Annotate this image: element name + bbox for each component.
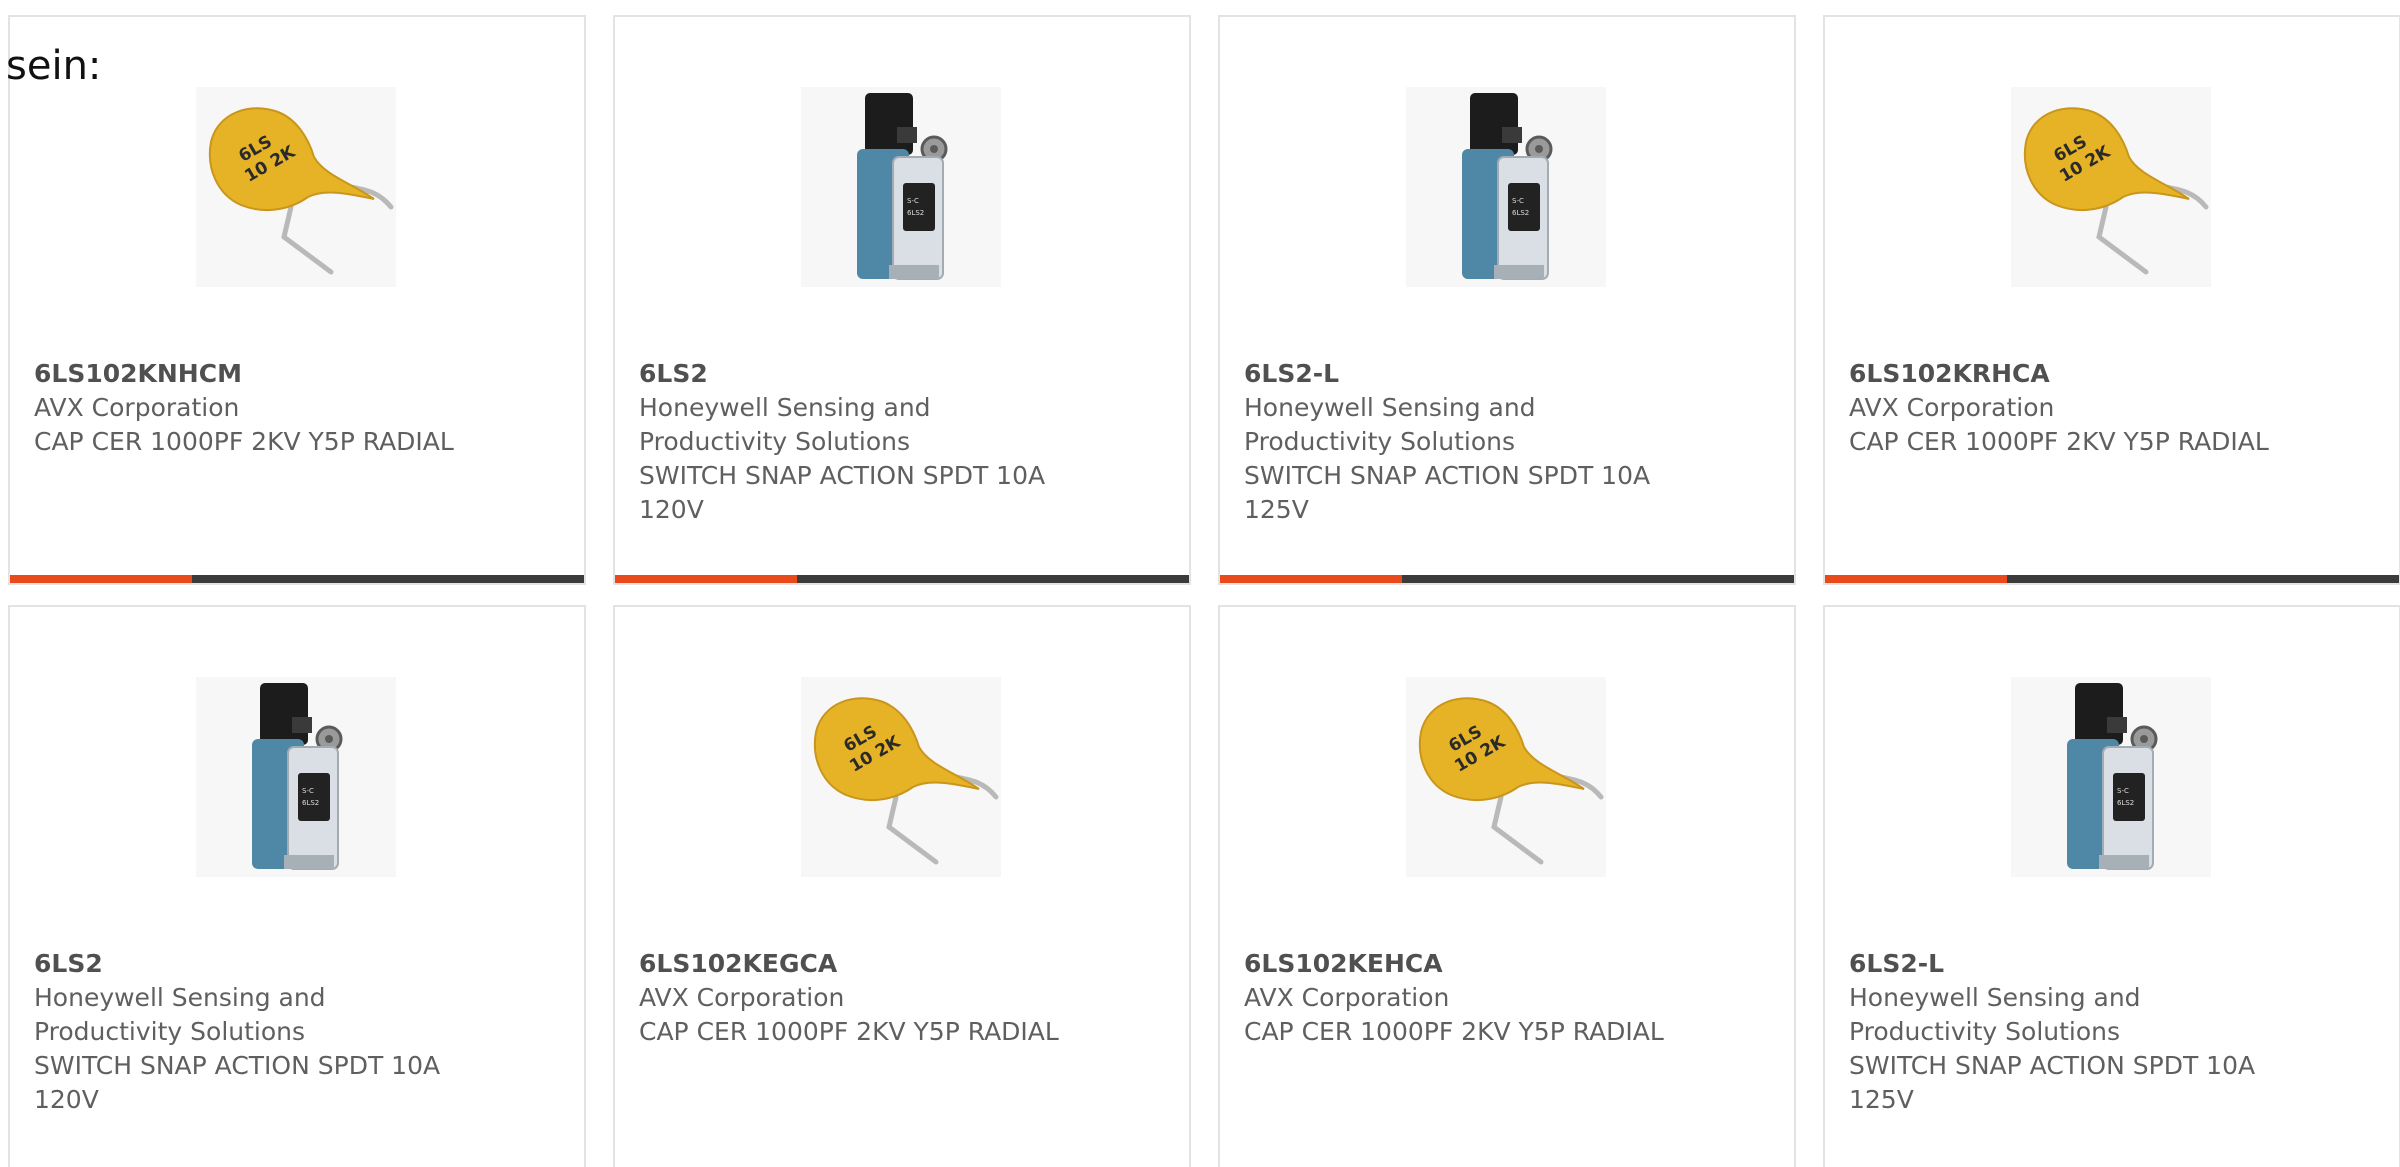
product-card[interactable]: 6LS 10 2K 6LS102KRHCA AVX Corporation CA… [1823,15,2400,585]
card-bottom-bar [1220,575,1794,583]
product-description: CAP CER 1000PF 2KV Y5P RADIAL [34,427,454,456]
ceramic-capacitor-icon: 6LS 10 2K [208,107,394,275]
product-description: CAP CER 1000PF 2KV Y5P RADIAL [1244,1017,1664,1046]
product-image[interactable]: S-C 6LS2 [1406,87,1606,287]
ceramic-capacitor-icon: 6LS 10 2K [813,697,999,865]
product-card[interactable]: S-C 6LS2 6LS2 Honeywell Sensing and Prod… [8,605,586,1167]
product-card[interactable]: S-C 6LS2 6LS2-L Honeywell Sensing and Pr… [1218,15,1796,585]
product-card[interactable]: 6LS 10 2K 6LS102KEGCA AVX Corporation CA… [613,605,1191,1167]
svg-text:6LS2: 6LS2 [302,799,319,807]
card-bottom-bar [615,575,1189,583]
product-image[interactable]: S-C 6LS2 [2011,677,2211,877]
product-image[interactable]: 6LS 10 2K [196,87,396,287]
product-image[interactable]: S-C 6LS2 [801,87,1001,287]
page: sein: 6LS 10 2K 6LS102KNHCM AVX Corporat… [0,0,2400,1167]
limit-switch-icon: S-C 6LS2 [1462,93,1553,280]
card-bottom-bar [10,575,584,583]
part-number-link[interactable]: 6LS102KEHCA [1244,947,1724,981]
product-info: 6LS2 Honeywell Sensing and Productivity … [34,947,514,1117]
ceramic-capacitor-icon: 6LS 10 2K [1418,697,1604,865]
card-accent-bar [1220,575,1402,583]
product-info: 6LS102KNHCM AVX Corporation CAP CER 1000… [34,357,514,459]
svg-text:6LS2: 6LS2 [2117,799,2134,807]
svg-text:6LS2: 6LS2 [1512,209,1529,217]
manufacturer-name: Honeywell Sensing and Productivity Solut… [1849,983,2141,1046]
manufacturer-name: Honeywell Sensing and Productivity Solut… [1244,393,1536,456]
limit-switch-icon: S-C 6LS2 [857,93,948,280]
svg-text:S-C: S-C [2117,787,2129,795]
part-number-link[interactable]: 6LS2 [639,357,1119,391]
product-card[interactable]: 6LS 10 2K 6LS102KEHCA AVX Corporation CA… [1218,605,1796,1167]
product-image[interactable]: S-C 6LS2 [196,677,396,877]
product-image[interactable]: 6LS 10 2K [801,677,1001,877]
product-grid: 6LS 10 2K 6LS102KNHCM AVX Corporation CA… [8,15,2400,1167]
product-description: SWITCH SNAP ACTION SPDT 10A 125V [1849,1051,2256,1114]
svg-text:S-C: S-C [907,197,919,205]
part-number-link[interactable]: 6LS102KEGCA [639,947,1119,981]
part-number-link[interactable]: 6LS102KNHCM [34,357,514,391]
part-number-link[interactable]: 6LS2-L [1849,947,2329,981]
manufacturer-name: Honeywell Sensing and Productivity Solut… [34,983,326,1046]
product-info: 6LS102KRHCA AVX Corporation CAP CER 1000… [1849,357,2329,459]
product-card[interactable]: S-C 6LS2 6LS2 Honeywell Sensing and Prod… [613,15,1191,585]
limit-switch-icon: S-C 6LS2 [252,683,343,870]
ceramic-capacitor-icon: 6LS 10 2K [2023,107,2209,275]
product-card[interactable]: 6LS 10 2K 6LS102KNHCM AVX Corporation CA… [8,15,586,585]
card-bottom-bar [1825,575,2399,583]
product-image[interactable]: 6LS 10 2K [2011,87,2211,287]
product-image[interactable]: 6LS 10 2K [1406,677,1606,877]
product-info: 6LS2-L Honeywell Sensing and Productivit… [1244,357,1724,527]
product-description: SWITCH SNAP ACTION SPDT 10A 120V [639,461,1046,524]
product-info: 6LS2 Honeywell Sensing and Productivity … [639,357,1119,527]
product-description: CAP CER 1000PF 2KV Y5P RADIAL [1849,427,2269,456]
product-description: SWITCH SNAP ACTION SPDT 10A 125V [1244,461,1651,524]
product-info: 6LS102KEGCA AVX Corporation CAP CER 1000… [639,947,1119,1049]
product-description: CAP CER 1000PF 2KV Y5P RADIAL [639,1017,1059,1046]
svg-text:S-C: S-C [302,787,314,795]
intro-text: sein: [6,43,102,89]
product-description: SWITCH SNAP ACTION SPDT 10A 120V [34,1051,441,1114]
part-number-link[interactable]: 6LS2-L [1244,357,1724,391]
svg-text:S-C: S-C [1512,197,1524,205]
manufacturer-name: AVX Corporation [639,983,845,1012]
product-info: 6LS102KEHCA AVX Corporation CAP CER 1000… [1244,947,1724,1049]
manufacturer-name: AVX Corporation [1849,393,2055,422]
product-info: 6LS2-L Honeywell Sensing and Productivit… [1849,947,2329,1117]
manufacturer-name: AVX Corporation [1244,983,1450,1012]
card-accent-bar [10,575,192,583]
manufacturer-name: Honeywell Sensing and Productivity Solut… [639,393,931,456]
product-card[interactable]: S-C 6LS2 6LS2-L Honeywell Sensing and Pr… [1823,605,2400,1167]
card-accent-bar [1825,575,2007,583]
part-number-link[interactable]: 6LS2 [34,947,514,981]
card-accent-bar [615,575,797,583]
limit-switch-icon: S-C 6LS2 [2067,683,2158,870]
part-number-link[interactable]: 6LS102KRHCA [1849,357,2329,391]
manufacturer-name: AVX Corporation [34,393,240,422]
svg-text:6LS2: 6LS2 [907,209,924,217]
